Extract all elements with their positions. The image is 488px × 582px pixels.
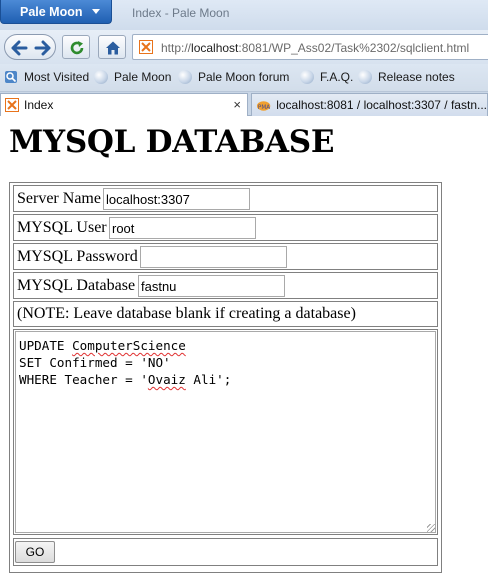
- mysql-user-input[interactable]: root: [109, 217, 256, 239]
- server-name-label: Server Name: [17, 190, 101, 207]
- bookmarks-toolbar: Most Visited Pale Moon Pale Moon forum F…: [0, 64, 488, 92]
- tab-label: localhost:8081 / localhost:3307 / fastn.…: [276, 98, 487, 112]
- url-text: http://localhost:8081/WP_Ass02/Task%2302…: [161, 41, 470, 55]
- page-title: MYSQL DATABASE: [9, 124, 335, 160]
- tab-favicon-icon: [5, 98, 19, 112]
- home-button[interactable]: [98, 35, 126, 59]
- tab-index[interactable]: Index ×: [0, 93, 248, 116]
- resize-grip-icon[interactable]: [427, 524, 435, 532]
- bookmark-pale-moon[interactable]: Pale Moon: [94, 70, 171, 84]
- app-menu-button[interactable]: Pale Moon: [0, 0, 112, 24]
- note-text: (NOTE: Leave database blank if creating …: [17, 305, 356, 322]
- mysql-user-row: MYSQL User root: [13, 214, 438, 241]
- mysql-database-row: MYSQL Database fastnu: [13, 272, 438, 299]
- query-row: UPDATE ComputerScience SET Confirmed = '…: [13, 329, 438, 535]
- bookmark-pale-moon-forum[interactable]: Pale Moon forum: [178, 70, 289, 84]
- reload-icon: [70, 41, 84, 55]
- bookmark-release-notes[interactable]: Release notes: [358, 70, 455, 84]
- globe-icon: [358, 70, 372, 84]
- title-bar: Pale Moon Index - Pale Moon: [0, 0, 488, 30]
- bookmark-most-visited[interactable]: Most Visited: [4, 70, 89, 84]
- submit-row: GO: [13, 538, 438, 566]
- close-icon[interactable]: ×: [233, 97, 241, 112]
- mysql-password-input[interactable]: [140, 246, 287, 268]
- tab-phpmyadmin[interactable]: PMA localhost:8081 / localhost:3307 / fa…: [251, 93, 488, 116]
- back-arrow-icon[interactable]: [10, 40, 28, 56]
- server-name-input[interactable]: localhost:3307: [103, 188, 250, 210]
- chevron-down-icon: [91, 9, 100, 14]
- home-icon: [106, 41, 120, 55]
- bookmarks-folder-icon: [5, 71, 17, 83]
- mysql-database-label: MYSQL Database: [17, 277, 136, 294]
- window-title: Index - Pale Moon: [132, 6, 230, 20]
- bookmark-faq[interactable]: F.A.Q.: [300, 70, 353, 84]
- sql-query-textarea[interactable]: UPDATE ComputerScience SET Confirmed = '…: [15, 331, 436, 533]
- globe-icon: [300, 70, 314, 84]
- navigation-toolbar: http://localhost:8081/WP_Ass02/Task%2302…: [0, 30, 488, 64]
- svg-text:PMA: PMA: [258, 105, 270, 111]
- forward-arrow-icon[interactable]: [34, 40, 52, 56]
- reload-button[interactable]: [62, 35, 90, 59]
- address-bar[interactable]: http://localhost:8081/WP_Ass02/Task%2302…: [132, 34, 488, 60]
- go-button[interactable]: GO: [15, 541, 55, 563]
- globe-icon: [94, 70, 108, 84]
- server-name-row: Server Name localhost:3307: [13, 185, 438, 212]
- tab-label: Index: [24, 98, 54, 112]
- spellcheck-word: ComputerScience: [72, 338, 186, 353]
- back-forward-group: [4, 34, 56, 60]
- mysql-user-label: MYSQL User: [17, 219, 107, 236]
- note-row: (NOTE: Leave database blank if creating …: [13, 301, 438, 327]
- app-menu-label: Pale Moon: [20, 4, 83, 19]
- database-form: Server Name localhost:3307 MYSQL User ro…: [9, 182, 442, 573]
- spellcheck-word: Ovaiz: [147, 372, 186, 387]
- tab-strip: Index × PMA localhost:8081 / localhost:3…: [0, 92, 488, 116]
- mysql-password-row: MYSQL Password: [13, 243, 438, 270]
- phpmyadmin-icon: PMA: [256, 101, 271, 111]
- globe-icon: [178, 70, 192, 84]
- mysql-password-label: MYSQL Password: [17, 248, 138, 265]
- page-content: MYSQL DATABASE Server Name localhost:330…: [0, 116, 488, 582]
- mysql-database-input[interactable]: fastnu: [138, 275, 285, 297]
- site-favicon-icon: [139, 40, 153, 54]
